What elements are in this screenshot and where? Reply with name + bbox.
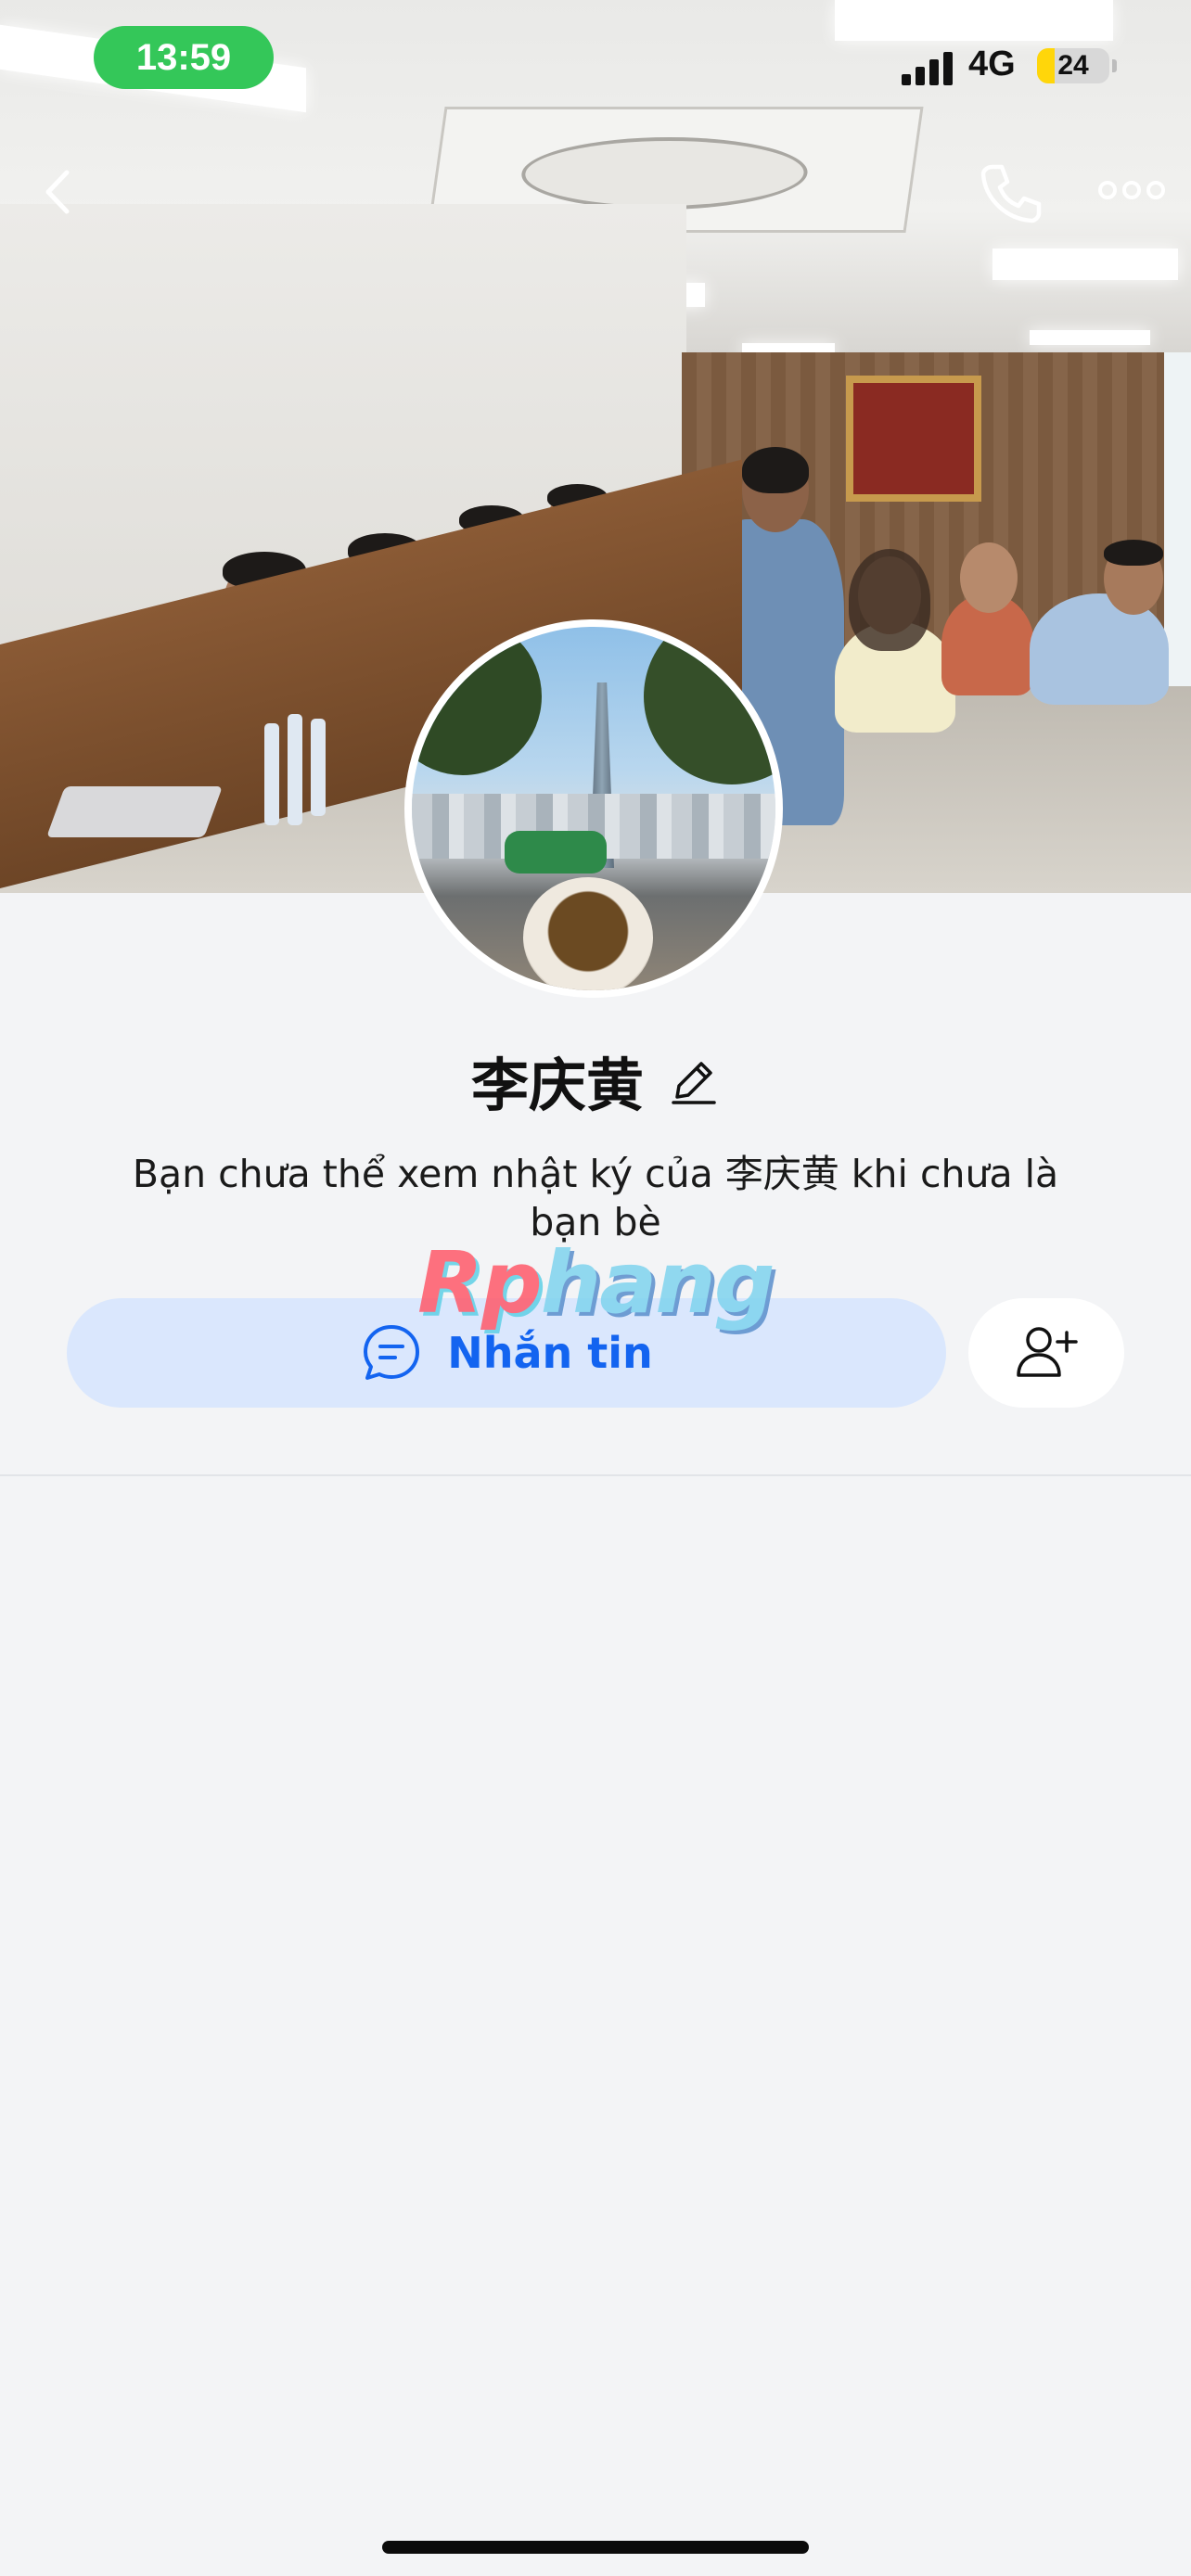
watermark-part-1: Rp [417,1233,543,1333]
chevron-left-icon [45,170,70,214]
avatar-tree [412,627,542,775]
message-button-label: Nhắn tin [447,1328,653,1378]
profile-name-row: 李庆黄 [0,1039,1191,1122]
watermark-logo: Rphang [417,1233,779,1335]
status-time: 13:59 [94,26,274,89]
battery-tip [1112,59,1117,72]
person-hair [1104,540,1163,566]
call-button[interactable] [972,156,1046,230]
ceiling-light [1030,330,1150,345]
water-bottle [264,723,279,825]
ceiling-light [835,0,1113,41]
person-hair [742,447,809,493]
avatar-tree [644,627,775,784]
person-head [960,542,1018,613]
more-button[interactable] [1095,167,1169,213]
add-friend-button[interactable] [968,1298,1124,1408]
back-button[interactable] [28,159,93,224]
privacy-notice: Bạn chưa thể xem nhật ký của 李庆黄 khi chư… [132,1152,1059,1244]
battery-level: 24 [1057,50,1089,81]
pencil-icon[interactable] [668,1054,720,1106]
wall-frame [846,376,981,502]
person-hair [849,549,930,651]
laptop [45,786,224,837]
chat-bubble-icon [364,1325,420,1380]
phone-icon [980,164,1042,223]
battery-icon: 24 [1037,48,1109,83]
watermark-part-2: hang [540,1233,775,1333]
avatar-car [505,831,607,874]
signal-icon [902,48,957,85]
profile-name: 李庆黄 [470,1052,644,1119]
avatar[interactable] [404,619,783,998]
ceiling-light [992,249,1178,280]
more-horizontal-icon [1098,181,1165,199]
water-bottle [311,719,326,816]
network-type: 4G [968,45,1016,83]
section-divider [0,1474,1191,1476]
water-bottle [288,714,302,825]
avatar-coffee-cup [523,877,653,990]
add-user-icon [1017,1327,1078,1377]
home-indicator[interactable] [382,2541,809,2554]
